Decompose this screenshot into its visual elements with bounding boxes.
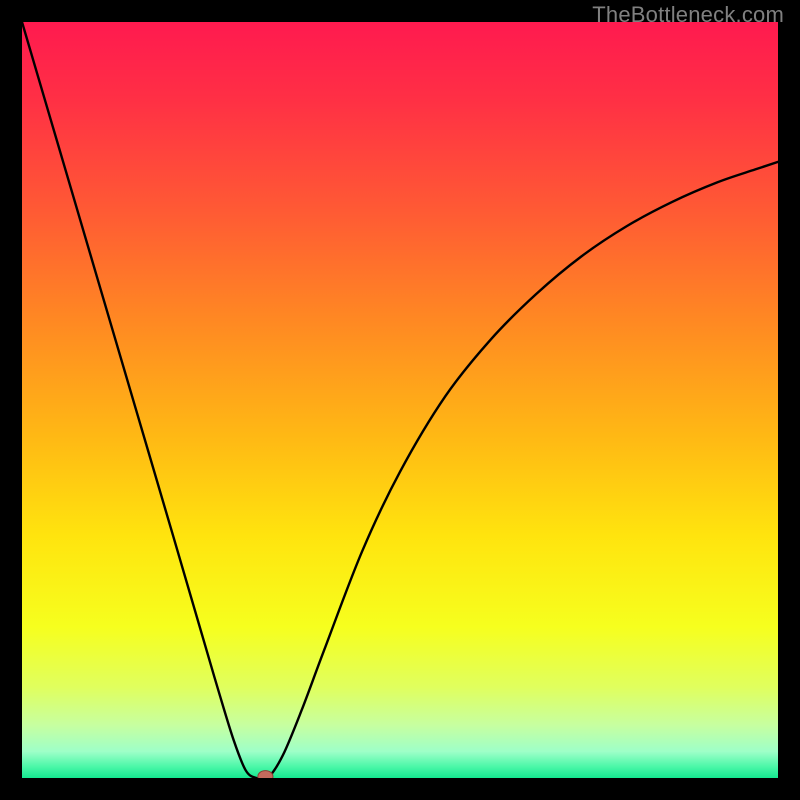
minimum-marker (258, 771, 273, 778)
gradient-background (22, 22, 778, 778)
bottleneck-chart (22, 22, 778, 778)
chart-frame (22, 22, 778, 778)
